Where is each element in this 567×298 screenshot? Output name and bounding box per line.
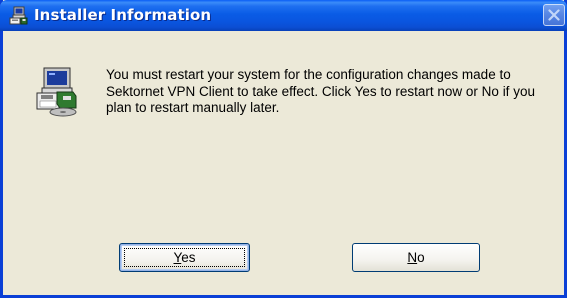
yes-button[interactable]: Yes: [119, 243, 250, 272]
installer-information-dialog: Installer Information You must restart y…: [0, 0, 567, 298]
close-button[interactable]: [543, 4, 565, 26]
no-button-label: No: [407, 250, 425, 265]
computer-installer-icon: [35, 66, 79, 118]
installer-icon: [9, 6, 28, 25]
window-title: Installer Information: [34, 6, 212, 24]
focus-rectangle: [124, 248, 245, 267]
title-bar[interactable]: Installer Information: [0, 0, 567, 31]
no-button[interactable]: No: [352, 243, 480, 272]
dialog-message: You must restart your system for the con…: [106, 67, 535, 115]
